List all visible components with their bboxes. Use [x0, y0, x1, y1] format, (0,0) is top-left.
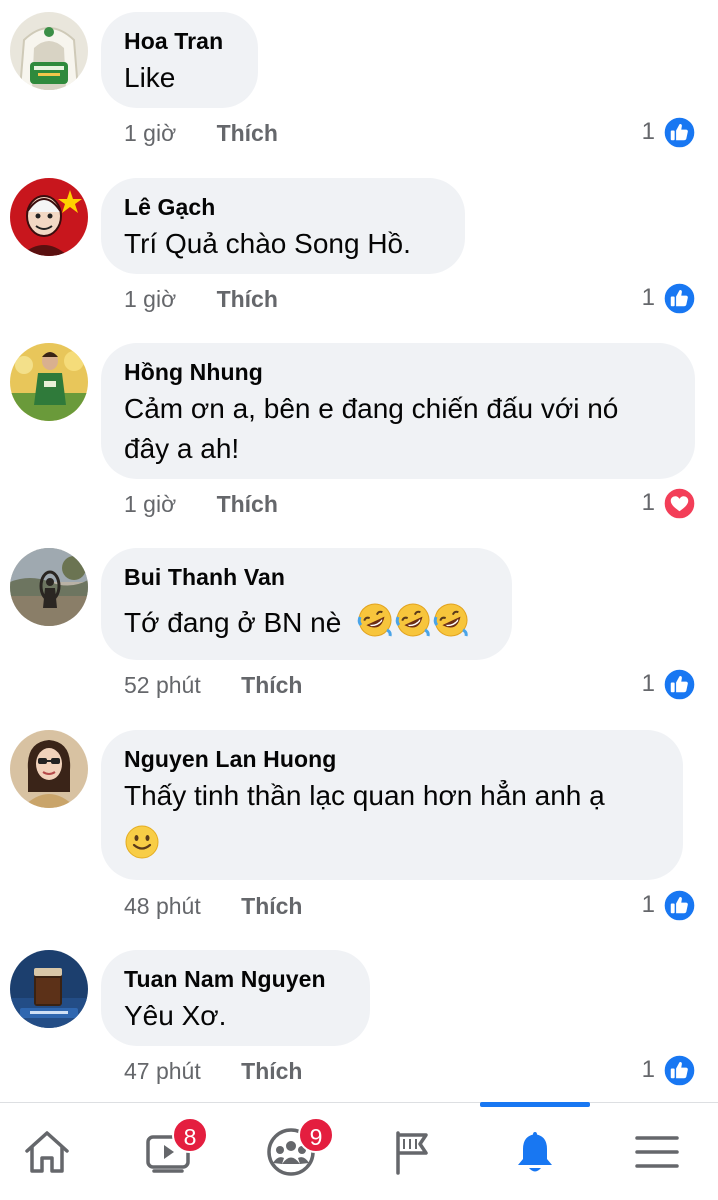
comment-meta: 47 phút Thích: [124, 1056, 302, 1086]
notification-badge: 8: [172, 1117, 208, 1153]
comment-author[interactable]: Hồng Nhung: [124, 357, 671, 387]
reaction-summary[interactable]: 1: [642, 667, 696, 701]
reaction-summary[interactable]: 1: [642, 281, 696, 315]
comment-time[interactable]: 52 phút: [124, 670, 201, 700]
like-icon: [663, 888, 696, 922]
rofl-emoji: [395, 602, 431, 638]
comment-meta: 1 giờ Thích: [124, 284, 278, 314]
home-icon: [20, 1125, 74, 1179]
comment-text-line: Thấy tinh thần lạc quan hơn hẳn anh ạ: [124, 780, 605, 811]
nav-notifications[interactable]: [480, 1103, 590, 1200]
comment-meta: 52 phút Thích: [124, 670, 302, 700]
like-comment-button[interactable]: Thích: [217, 489, 278, 519]
comment-author[interactable]: Bui Thanh Van: [124, 562, 488, 592]
reaction-count: 1: [641, 284, 655, 311]
nav-home[interactable]: [0, 1103, 102, 1200]
comment-bubble[interactable]: Bui Thanh Van Tớ đang ở BN nè: [101, 548, 512, 660]
avatar[interactable]: [10, 343, 88, 421]
comment-time[interactable]: 1 giờ: [124, 489, 176, 519]
rofl-emoji: [433, 602, 469, 638]
reaction-summary[interactable]: 1: [642, 486, 696, 520]
nav-pages[interactable]: [358, 1103, 468, 1200]
like-comment-button[interactable]: Thích: [241, 670, 302, 700]
reaction-count: 1: [641, 670, 655, 697]
love-icon: [663, 486, 696, 520]
reaction-count: 1: [641, 891, 655, 918]
comment-text: Yêu Xơ.: [124, 1000, 227, 1031]
comment-author[interactable]: Lê Gạch: [124, 192, 441, 222]
comment-bubble[interactable]: Hồng Nhung Cảm ơn a, bên e đang chiến đấ…: [101, 343, 695, 479]
comment-bubble[interactable]: Tuan Nam Nguyen Yêu Xơ.: [101, 950, 370, 1046]
avatar[interactable]: [10, 178, 88, 256]
comment-text: Trí Quả chào Song Hồ.: [124, 228, 411, 259]
like-icon: [663, 667, 696, 701]
nav-video[interactable]: 8: [114, 1103, 224, 1200]
bottom-nav-bar: 8 9: [0, 1102, 718, 1200]
comment-text: Thấy tinh thần lạc quan hơn hẳn anh ạ: [124, 776, 659, 865]
nav-menu[interactable]: [602, 1103, 712, 1200]
comment-text: Like: [124, 62, 176, 93]
comment-meta: 48 phút Thích: [124, 891, 302, 921]
comment-time[interactable]: 1 giờ: [124, 118, 176, 148]
comment-bubble[interactable]: Nguyen Lan Huong Thấy tinh thần lạc quan…: [101, 730, 683, 880]
comment-author[interactable]: Nguyen Lan Huong: [124, 744, 659, 774]
comment-time[interactable]: 48 phút: [124, 891, 201, 921]
comment-time[interactable]: 47 phút: [124, 1056, 201, 1086]
comment-time[interactable]: 1 giờ: [124, 284, 176, 314]
like-icon: [663, 115, 696, 149]
like-comment-button[interactable]: Thích: [217, 118, 278, 148]
nav-groups[interactable]: 9: [236, 1103, 346, 1200]
reaction-summary[interactable]: 1: [642, 888, 696, 922]
reaction-summary[interactable]: 1: [642, 1053, 696, 1087]
notification-badge: 9: [298, 1117, 334, 1153]
reaction-summary[interactable]: 1: [642, 115, 696, 149]
comment-text: Tớ đang ở BN nè: [124, 602, 488, 643]
comment-text: Cảm ơn a, bên e đang chiến đấu với nó đâ…: [124, 389, 671, 469]
comment-meta: 1 giờ Thích: [124, 489, 278, 519]
pages-flag-icon: [386, 1125, 440, 1179]
comment-text-line: Tớ đang ở BN nè: [124, 607, 342, 638]
avatar[interactable]: [10, 950, 88, 1028]
avatar[interactable]: [10, 730, 88, 808]
like-icon: [663, 1053, 696, 1087]
comment-author[interactable]: Tuan Nam Nguyen: [124, 964, 346, 994]
avatar[interactable]: [10, 12, 88, 90]
rofl-emoji: [357, 602, 393, 638]
comment-meta: 1 giờ Thích: [124, 118, 278, 148]
comment-text-line: đây a ah!: [124, 433, 240, 464]
comment-bubble[interactable]: Lê Gạch Trí Quả chào Song Hồ.: [101, 178, 465, 274]
smile-emoji: [124, 824, 160, 860]
like-comment-button[interactable]: Thích: [217, 284, 278, 314]
reaction-count: 1: [641, 489, 655, 516]
notifications-bell-icon: [508, 1125, 562, 1179]
comment-author[interactable]: Hoa Tran: [124, 26, 234, 56]
avatar[interactable]: [10, 548, 88, 626]
like-comment-button[interactable]: Thích: [241, 1056, 302, 1086]
reaction-count: 1: [641, 118, 655, 145]
reaction-count: 1: [641, 1056, 655, 1083]
comment-bubble[interactable]: Hoa Tran Like: [101, 12, 258, 108]
like-icon: [663, 281, 696, 315]
menu-icon: [630, 1125, 684, 1179]
comment-text-line: Cảm ơn a, bên e đang chiến đấu với nó: [124, 393, 619, 424]
like-comment-button[interactable]: Thích: [241, 891, 302, 921]
